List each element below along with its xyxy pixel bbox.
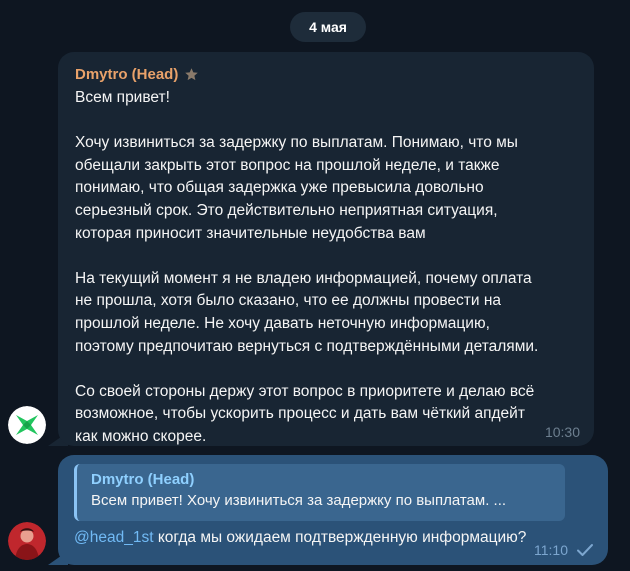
message-bubble-outgoing[interactable]: Dmytro (Head) Всем привет! Хочу извинить… [58, 455, 608, 565]
message-text: @head_1st когда мы ожидаем подтвержденну… [74, 527, 592, 549]
message-bubble-incoming[interactable]: Dmytro (Head) Всем привет! Хочу извинить… [58, 52, 594, 446]
avatar[interactable] [8, 522, 46, 560]
message-paragraph: На текущий момент я не владею информацие… [75, 269, 539, 355]
message-paragraph: Со своей стороны держу этот вопрос в при… [75, 382, 535, 445]
message-text: Всем привет! Хочу извиниться за задержку… [75, 87, 578, 449]
user-mention[interactable]: @head_1st [74, 529, 154, 546]
sender-row: Dmytro (Head) [75, 64, 578, 84]
message-time: 11:10 [534, 542, 568, 558]
date-separator: 4 мая [290, 12, 366, 42]
check-icon [576, 543, 594, 557]
message-paragraph: Хочу извиниться за задержку по выплатам.… [75, 134, 518, 242]
message-time: 10:30 [544, 424, 580, 440]
message-body: когда мы ожидаем подтвержденную информац… [153, 529, 527, 546]
date-label: 4 мая [309, 19, 347, 35]
sender-name[interactable]: Dmytro (Head) [75, 66, 178, 83]
star-icon [184, 67, 199, 82]
message-meta: 11:10 [534, 542, 594, 558]
message-paragraph: Всем привет! [75, 89, 170, 106]
reply-preview: Всем привет! Хочу извиниться за задержку… [91, 492, 507, 509]
avatar[interactable] [8, 406, 46, 444]
reply-quote[interactable]: Dmytro (Head) Всем привет! Хочу извинить… [74, 464, 565, 521]
reply-sender-name: Dmytro (Head) [91, 471, 195, 488]
